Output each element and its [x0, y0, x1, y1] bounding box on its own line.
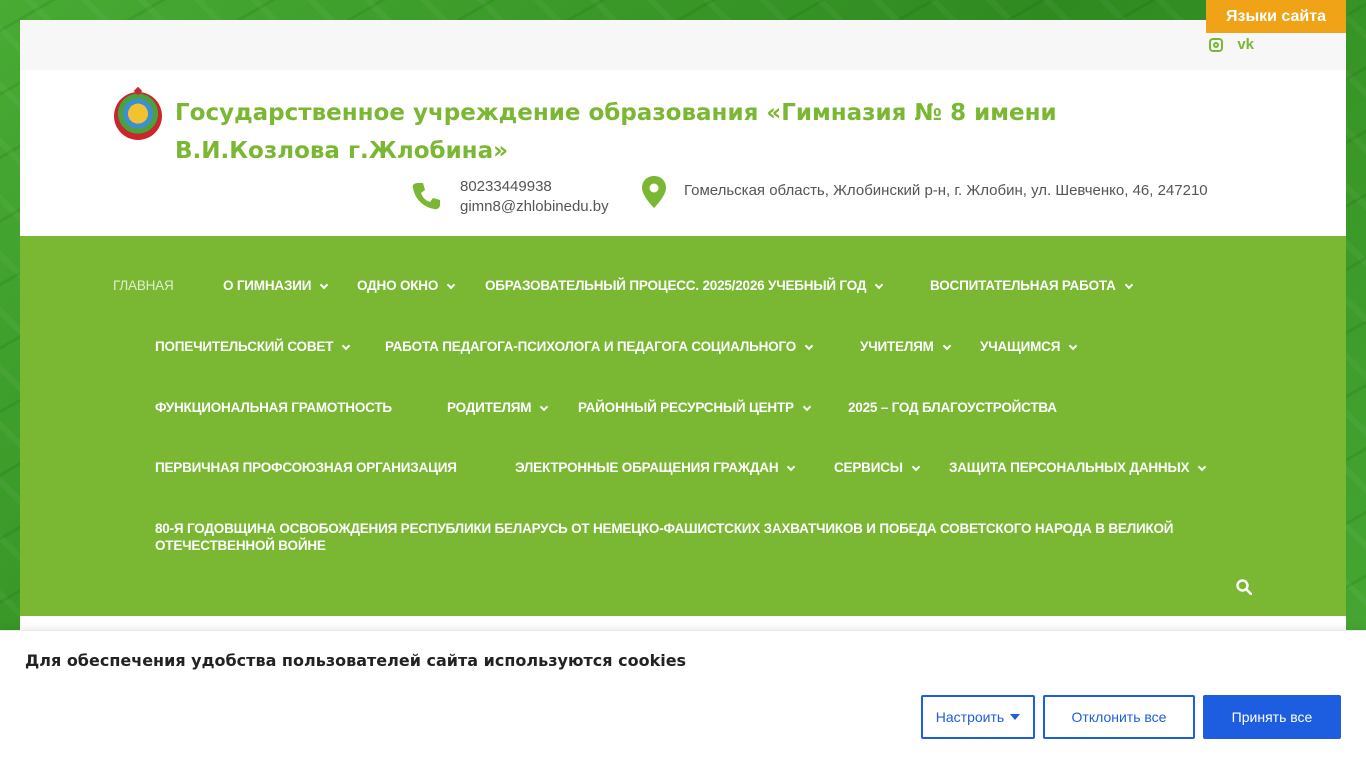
- chevron-down-icon: [540, 402, 549, 412]
- nav-one-window[interactable]: Одно окно: [357, 277, 456, 294]
- contacts: 80233449938 gimn8@zhlobinedu.by: [460, 177, 609, 217]
- cookie-reject-button[interactable]: Отклонить все: [1043, 695, 1195, 739]
- nav-home[interactable]: Главная: [113, 277, 174, 294]
- nav-resource-center[interactable]: Районный ресурсный центр: [578, 399, 812, 416]
- cookie-settings-button[interactable]: Настроить: [921, 695, 1035, 739]
- nav-services[interactable]: Сервисы: [834, 459, 921, 476]
- social-links: vk: [1209, 36, 1254, 54]
- cookie-settings-label: Настроить: [935, 709, 1005, 725]
- email-link[interactable]: gimn8@zhlobinedu.by: [460, 197, 609, 217]
- nav-board[interactable]: Попечительский совет: [155, 338, 351, 355]
- nav-psychologist[interactable]: Работа педагога-психолога и педагога соц…: [385, 338, 814, 355]
- chevron-down-icon: [319, 280, 329, 290]
- chevron-down-icon: [804, 341, 814, 351]
- nav-personal-data[interactable]: Защита персональных данных: [949, 459, 1207, 476]
- top-bar: vk: [20, 20, 1346, 70]
- nav-teachers[interactable]: Учителям: [860, 338, 951, 355]
- chevron-down-icon: [911, 462, 921, 472]
- nav-year-2025[interactable]: 2025 – Год благоустройства: [848, 399, 1057, 416]
- phone-number[interactable]: 80233449938: [460, 177, 609, 197]
- address: Гомельская область, Жлобинский р-н, г. Ж…: [684, 182, 1208, 199]
- nav-about[interactable]: О гимназии: [223, 277, 329, 294]
- cookie-banner: Для обеспечения удобства пользователей с…: [0, 630, 1366, 768]
- nav-trade-union[interactable]: Первичная профсоюзная организация: [155, 459, 457, 476]
- chevron-down-icon: [942, 341, 951, 351]
- main-navigation: Главная О гимназии Одно окно Образовател…: [20, 236, 1346, 616]
- chevron-down-icon: [342, 341, 351, 351]
- nav-literacy[interactable]: Функциональная грамотность: [155, 399, 392, 416]
- nav-education[interactable]: Образовательный процесс. 2025/2026 учебн…: [485, 277, 884, 294]
- cookie-message: Для обеспечения удобства пользователей с…: [25, 651, 687, 670]
- map-pin-icon: [642, 176, 666, 208]
- phone-icon: [412, 183, 440, 210]
- nav-upbringing[interactable]: Воспитательная работа: [930, 277, 1133, 294]
- instagram-icon[interactable]: [1209, 38, 1224, 52]
- chevron-down-icon: [1068, 341, 1078, 351]
- cookie-accept-button[interactable]: Принять все: [1203, 695, 1341, 739]
- nav-parents[interactable]: Родителям: [447, 399, 549, 416]
- chevron-down-icon: [787, 462, 796, 472]
- chevron-down-icon: [1124, 280, 1133, 290]
- chevron-down-icon: [446, 280, 456, 290]
- nav-students[interactable]: Учащимся: [980, 338, 1078, 355]
- chevron-down-icon: [875, 280, 884, 290]
- chevron-down-icon: [1198, 462, 1207, 472]
- site-languages-button[interactable]: Языки сайта: [1206, 0, 1346, 33]
- chevron-down-icon: [802, 402, 812, 412]
- site-title[interactable]: Государственное учреждение образования «…: [175, 94, 1175, 170]
- nav-appeals[interactable]: Электронные обращения граждан: [515, 459, 796, 476]
- nav-anniversary[interactable]: 80-я годовщина освобождения Республики Б…: [155, 520, 1235, 554]
- vk-icon[interactable]: vk: [1237, 36, 1254, 54]
- search-icon[interactable]: [1236, 579, 1252, 595]
- caret-down-icon: [1010, 714, 1021, 720]
- state-emblem-logo[interactable]: [114, 92, 162, 140]
- site-header: Государственное учреждение образования «…: [20, 70, 1346, 236]
